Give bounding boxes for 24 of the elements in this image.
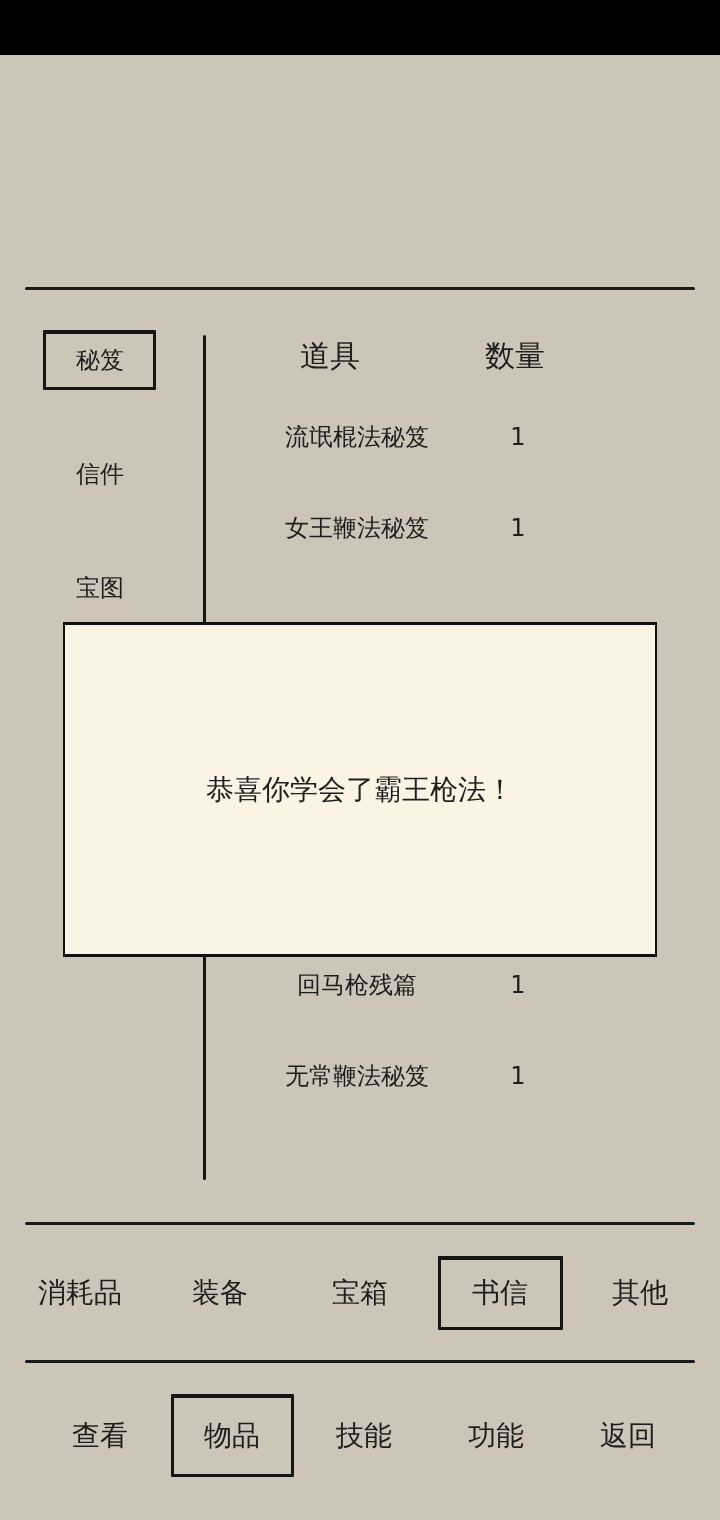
nav-tab[interactable]: 返回 [600,1418,656,1453]
item-name[interactable]: 流氓棍法秘笈 [285,423,429,452]
column-header: 道具 [300,338,360,374]
nav-tab[interactable]: 技能 [336,1418,392,1453]
category-tab[interactable]: 装备 [192,1275,248,1310]
sidebar-item[interactable]: 秘笈 [43,330,156,390]
item-name[interactable]: 无常鞭法秘笈 [285,1062,429,1091]
item-name[interactable]: 回马枪残篇 [297,971,417,1000]
item-count: 1 [510,971,526,1000]
category-tab[interactable]: 消耗品 [38,1275,122,1310]
item-count: 1 [510,1062,526,1091]
item-count: 1 [510,514,526,543]
nav-tab[interactable]: 功能 [468,1418,524,1453]
sidebar-item[interactable]: 宝图 [75,573,124,603]
nav-tab[interactable]: 查看 [72,1418,128,1453]
nav-tab[interactable]: 物品 [170,1394,294,1477]
item-name[interactable]: 女王鞭法秘笈 [285,514,429,543]
sidebar-item[interactable]: 信件 [75,459,124,489]
dialog-message: 恭喜你学会了霸王枪法！ [206,772,514,807]
category-tab[interactable]: 其他 [612,1275,668,1310]
category-tab[interactable]: 书信 [437,1255,563,1330]
column-header: 数量 [485,338,545,374]
item-count: 1 [510,423,526,452]
category-tab[interactable]: 宝箱 [332,1275,388,1310]
